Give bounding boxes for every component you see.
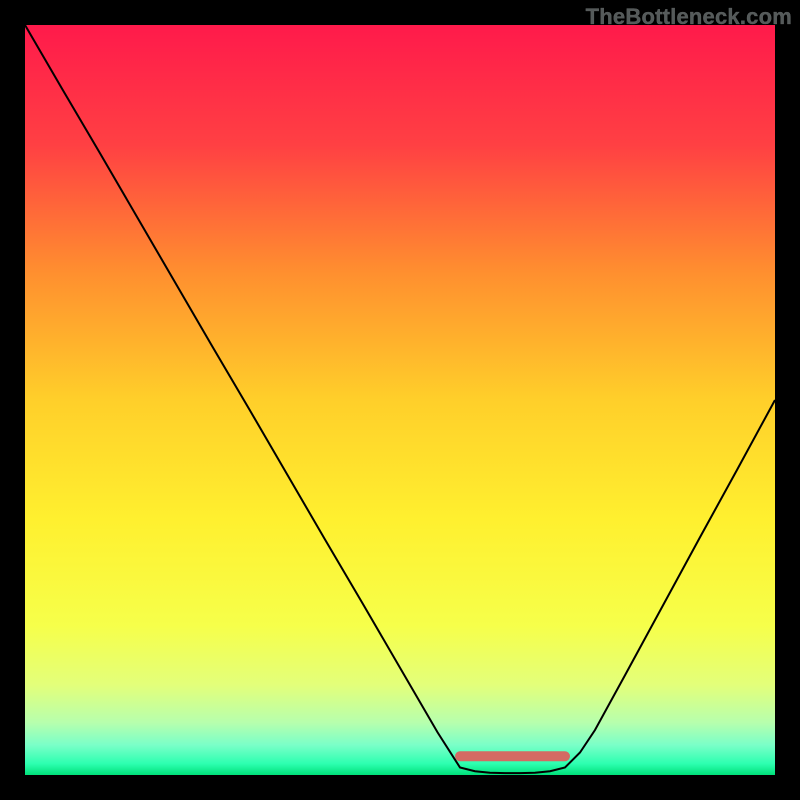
chart-background: [25, 25, 775, 775]
bottleneck-chart: [25, 25, 775, 775]
watermark: TheBottleneck.com: [586, 4, 792, 30]
chart-stage: TheBottleneck.com: [0, 0, 800, 800]
